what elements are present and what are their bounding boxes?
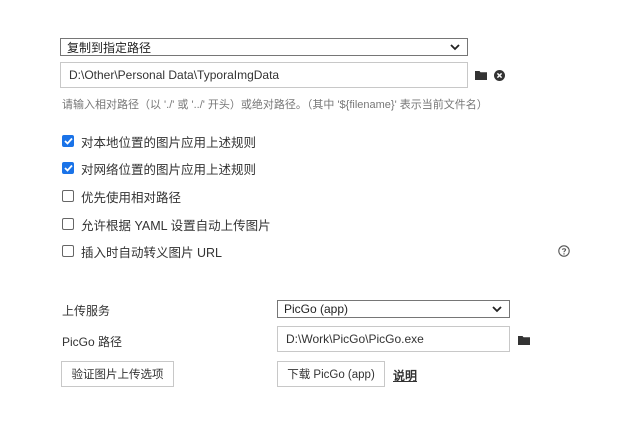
checkbox-yaml-upload[interactable] [62, 218, 74, 230]
checkbox-escape-url[interactable] [62, 245, 74, 257]
image-path-input[interactable]: D:\Other\Personal Data\TyporaImgData [60, 62, 468, 88]
check-icon [63, 164, 73, 172]
checkbox-row-yaml[interactable]: 允许根据 YAML 设置自动上传图片 [62, 216, 271, 233]
chevron-down-icon [449, 41, 461, 53]
check-icon [63, 137, 73, 145]
upload-service-label: 上传服务 [62, 304, 111, 318]
checkbox-network-images[interactable] [62, 162, 74, 174]
picgo-path-value: D:\Work\PicGo\PicGo.exe [286, 332, 424, 346]
checkbox-row-escape[interactable]: 插入时自动转义图片 URL [62, 243, 222, 260]
folder-icon[interactable] [517, 333, 531, 347]
picgo-path-input[interactable]: D:\Work\PicGo\PicGo.exe [277, 326, 510, 352]
checkbox-local-images[interactable] [62, 135, 74, 147]
checkbox-relative-label: 优先使用相对路径 [81, 190, 182, 205]
checkbox-row-relative[interactable]: 优先使用相对路径 [62, 188, 182, 205]
picgo-path-label: PicGo 路径 [62, 335, 123, 349]
checkbox-local-label: 对本地位置的图片应用上述规则 [81, 135, 257, 150]
checkbox-row-network[interactable]: 对网络位置的图片应用上述规则 [62, 160, 257, 177]
upload-service-select-value: PicGo (app) [284, 302, 349, 316]
checkbox-escape-label: 插入时自动转义图片 URL [81, 245, 222, 260]
help-circle-icon[interactable] [557, 244, 571, 258]
validate-upload-button[interactable]: 验证图片上传选项 [61, 361, 174, 387]
checkbox-relative-path[interactable] [62, 190, 74, 202]
checkbox-yaml-label: 允许根据 YAML 设置自动上传图片 [81, 218, 271, 233]
upload-service-select[interactable]: PicGo (app) [277, 300, 510, 318]
chevron-down-icon [491, 303, 503, 315]
folder-icon[interactable] [474, 68, 488, 82]
path-hint-text: 请输入相对路径（以 './' 或 '../' 开头）或绝对路径。（其中 '${f… [62, 99, 488, 111]
close-circle-icon[interactable] [492, 68, 506, 82]
image-action-select-value: 复制到指定路径 [67, 40, 152, 55]
checkbox-network-label: 对网络位置的图片应用上述规则 [81, 162, 257, 177]
checkbox-row-local[interactable]: 对本地位置的图片应用上述规则 [62, 133, 257, 150]
image-path-value: D:\Other\Personal Data\TyporaImgData [69, 68, 280, 82]
help-link[interactable]: 说明 [393, 367, 417, 383]
download-picgo-button[interactable]: 下载 PicGo (app) [277, 361, 385, 387]
image-action-select[interactable]: 复制到指定路径 [60, 38, 468, 56]
